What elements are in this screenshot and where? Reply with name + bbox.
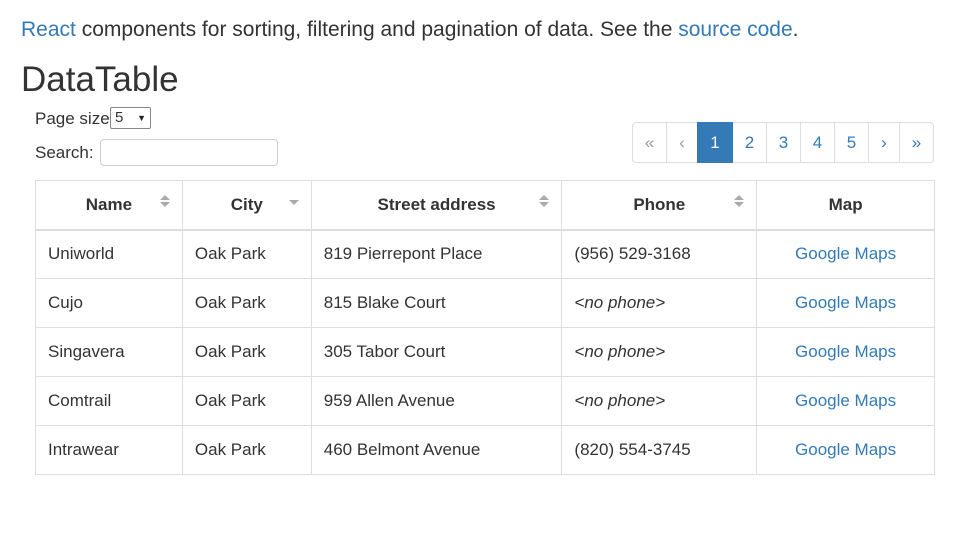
cell-map: Google Maps: [756, 229, 935, 279]
cell-street: 819 Pierrepont Place: [310, 229, 563, 279]
cell-street: 959 Allen Avenue: [310, 376, 563, 426]
react-link[interactable]: React: [21, 18, 76, 41]
cell-phone: <no phone>: [561, 327, 758, 377]
google-maps-link[interactable]: Google Maps: [795, 391, 896, 410]
cell-map: Google Maps: [756, 425, 935, 475]
column-header-label: Name: [85, 194, 133, 214]
sort-both-icon: [734, 195, 745, 211]
last-page-button[interactable]: »: [899, 122, 934, 163]
page-1-button[interactable]: 1: [697, 122, 733, 163]
first-page-button[interactable]: «: [632, 122, 667, 163]
column-header-map: Map: [756, 180, 935, 231]
cell-city: Oak Park: [181, 229, 312, 279]
google-maps-link[interactable]: Google Maps: [795, 244, 896, 263]
page-size-value: 5: [115, 109, 124, 126]
cell-name: Singavera: [35, 327, 183, 377]
cell-city: Oak Park: [181, 376, 312, 426]
search-input[interactable]: [100, 139, 278, 166]
column-header-label: Map: [828, 194, 863, 214]
page-4-button[interactable]: 4: [800, 122, 835, 163]
table-row: Singavera Oak Park 305 Tabor Court <no p…: [35, 327, 935, 377]
page-size-label: Page size:: [35, 109, 115, 128]
cell-phone: <no phone>: [561, 278, 758, 328]
page-3-button[interactable]: 3: [766, 122, 801, 163]
page-2-button[interactable]: 2: [732, 122, 767, 163]
column-header-street-address[interactable]: Street address: [310, 180, 563, 231]
pagination: « ‹ 1 2 3 4 5 › »: [632, 122, 934, 163]
cell-phone: (956) 529-3168: [561, 229, 758, 279]
cell-name: Comtrail: [35, 376, 183, 426]
dropdown-caret-icon: ▼: [137, 113, 146, 123]
cell-map: Google Maps: [756, 376, 935, 426]
google-maps-link[interactable]: Google Maps: [795, 342, 896, 361]
sort-both-icon: [539, 195, 550, 211]
page-size-select[interactable]: 5 ▼: [110, 107, 151, 129]
data-table: Name City Street address Phone Map Uniwo…: [35, 180, 935, 475]
intro-text-middle: components for sorting, filtering and pa…: [75, 18, 679, 41]
column-header-city[interactable]: City: [181, 180, 312, 231]
source-code-link[interactable]: source code: [678, 18, 792, 41]
column-header-phone[interactable]: Phone: [561, 180, 758, 231]
table-row: Intrawear Oak Park 460 Belmont Avenue (8…: [35, 425, 935, 475]
intro-text-end: .: [792, 18, 799, 41]
column-header-label: City: [230, 194, 263, 214]
cell-phone: <no phone>: [561, 376, 758, 426]
next-page-button[interactable]: ›: [868, 122, 900, 163]
column-header-label: Street address: [377, 194, 496, 214]
cell-city: Oak Park: [181, 278, 312, 328]
cell-phone: (820) 554-3745: [561, 425, 758, 475]
google-maps-link[interactable]: Google Maps: [795, 293, 896, 312]
page-title: DataTable: [21, 60, 179, 99]
table-row: Comtrail Oak Park 959 Allen Avenue <no p…: [35, 376, 935, 426]
table-row: Cujo Oak Park 815 Blake Court <no phone>…: [35, 278, 935, 328]
cell-name: Cujo: [35, 278, 183, 328]
google-maps-link[interactable]: Google Maps: [795, 440, 896, 459]
column-header-name[interactable]: Name: [35, 180, 183, 231]
cell-name: Intrawear: [35, 425, 183, 475]
search-label: Search:: [35, 143, 94, 162]
cell-map: Google Maps: [756, 278, 935, 328]
cell-street: 460 Belmont Avenue: [310, 425, 563, 475]
sort-desc-icon: [288, 195, 299, 211]
cell-street: 815 Blake Court: [310, 278, 563, 328]
prev-page-button[interactable]: ‹: [666, 122, 698, 163]
cell-map: Google Maps: [756, 327, 935, 377]
cell-city: Oak Park: [181, 327, 312, 377]
table-row: Uniworld Oak Park 819 Pierrepont Place (…: [35, 229, 935, 279]
cell-city: Oak Park: [181, 425, 312, 475]
table-header-row: Name City Street address Phone Map: [35, 180, 935, 231]
cell-name: Uniworld: [35, 229, 183, 279]
intro-text: React components for sorting, filtering …: [21, 18, 799, 42]
column-header-label: Phone: [633, 194, 686, 214]
sort-both-icon: [159, 195, 170, 211]
cell-street: 305 Tabor Court: [310, 327, 563, 377]
page-5-button[interactable]: 5: [834, 122, 869, 163]
